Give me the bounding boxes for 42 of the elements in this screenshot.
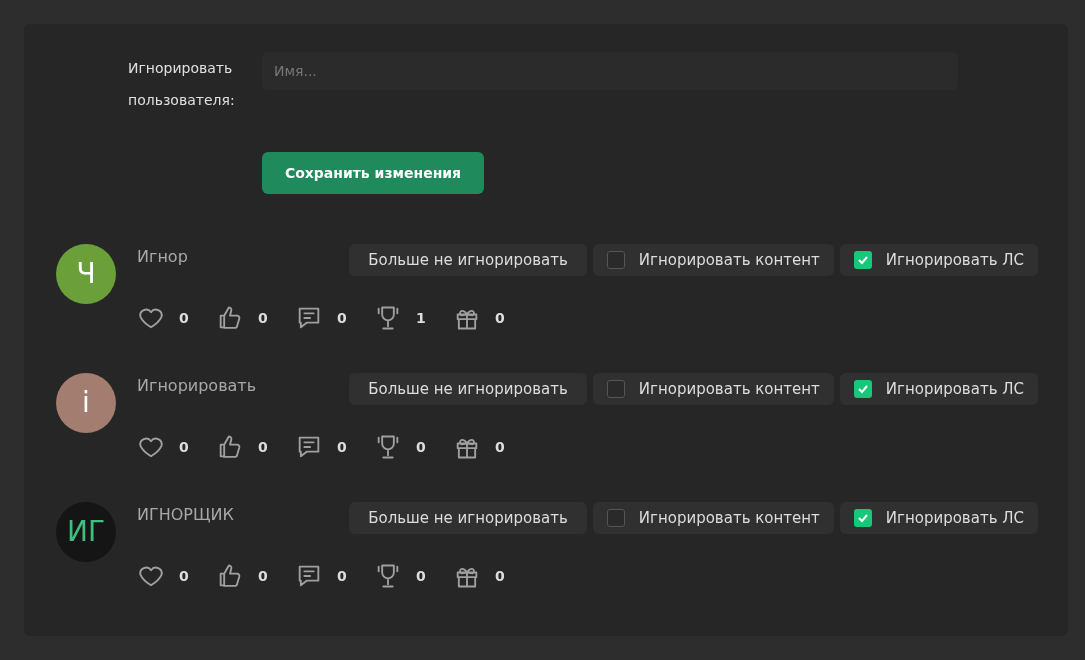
field-label: Игнорировать пользователя: [128,59,236,110]
stat-count: 0 [416,437,426,457]
checkbox[interactable] [606,380,625,398]
stat-count: 0 [179,437,189,457]
unignore-button[interactable]: Больше не игнорировать [349,373,587,405]
stat-count: 0 [495,437,505,457]
checkmark-icon [856,383,869,395]
checkbox[interactable] [853,509,872,527]
avatar-initials: Ч [76,256,96,292]
checkbox[interactable] [853,251,872,269]
stat-count: 0 [258,308,268,328]
stat-count: 0 [337,308,347,328]
stat-count: 0 [179,566,189,586]
checkbox-option[interactable]: Игнорировать ЛС [839,244,1038,276]
checkmark-icon [856,512,869,524]
username[interactable]: ИГНОРЩИК [137,503,234,527]
stat-count: 0 [337,566,347,586]
checkbox[interactable] [606,509,625,527]
stat-count: 0 [258,437,268,457]
username[interactable]: Игнорировать [137,374,257,398]
stat-count: 0 [416,566,426,586]
stat-count: 0 [179,308,189,328]
checkbox-option[interactable]: Игнорировать контент [592,373,834,405]
stat-count: 0 [495,308,505,328]
unignore-button[interactable]: Больше не игнорировать [349,244,587,276]
checkbox-option[interactable]: Игнорировать ЛС [839,373,1038,405]
avatar-initials: i [82,385,90,421]
save-button[interactable]: Сохранить изменения [262,152,484,194]
checkbox-option[interactable]: Игнорировать контент [592,244,834,276]
stat-count: 1 [416,308,426,328]
checkbox[interactable] [606,251,625,269]
checkbox-option[interactable]: Игнорировать контент [592,502,834,534]
stat-count: 0 [495,566,505,586]
username[interactable]: Игнор [137,245,188,269]
stat-count: 0 [258,566,268,586]
unignore-button[interactable]: Больше не игнорировать [349,502,587,534]
checkbox[interactable] [853,380,872,398]
checkbox-option[interactable]: Игнорировать ЛС [839,502,1038,534]
name-input-field[interactable]: Имя... [262,52,958,90]
checkmark-icon [856,254,869,266]
stat-count: 0 [337,437,347,457]
avatar-initials: ИГ [67,514,105,550]
